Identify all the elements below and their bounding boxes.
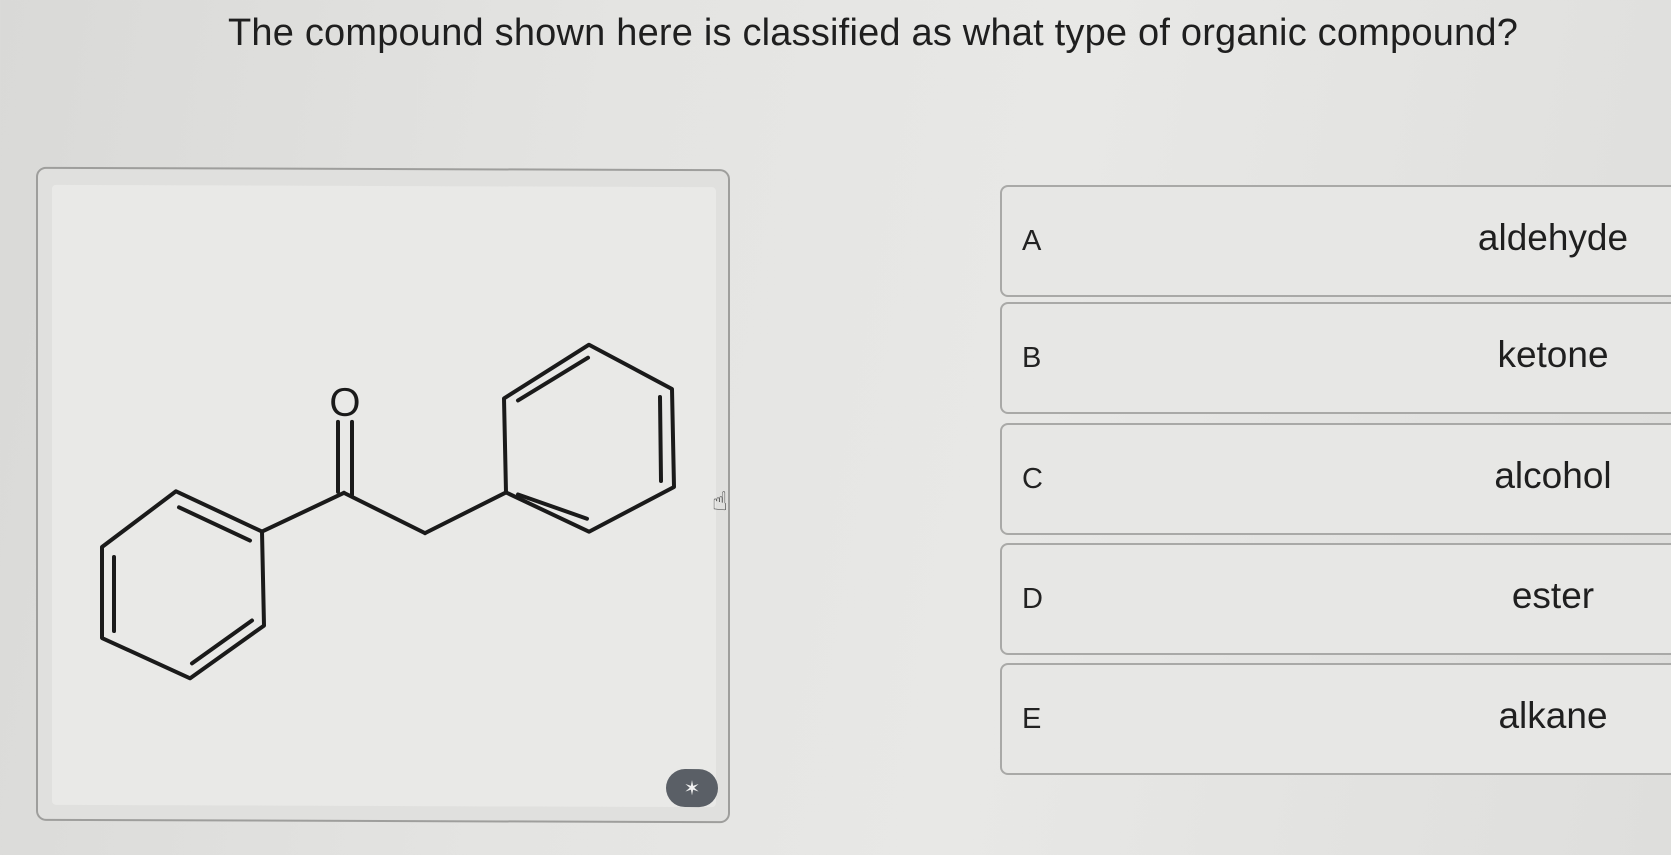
option-b[interactable]: B ketone — [1000, 302, 1671, 414]
magic-wand-icon: ✶ — [683, 776, 701, 801]
option-e[interactable]: E alkane — [1000, 663, 1671, 775]
option-text: ketone — [1497, 334, 1609, 375]
bond-carbonyl-to-ch2 — [342, 490, 427, 536]
left-benzene-ring — [100, 489, 266, 681]
oxygen-label: O — [329, 381, 360, 425]
option-letter: A — [1022, 225, 1042, 257]
molecule-figure-frame: O ☝ ✶ — [36, 166, 730, 824]
left-ring-double-bond-1 — [177, 505, 252, 543]
option-text: alcohol — [1494, 455, 1612, 496]
option-a[interactable]: A aldehyde — [1000, 185, 1671, 297]
right-benzene-ring — [502, 342, 676, 534]
option-letter: B — [1022, 342, 1042, 374]
option-c[interactable]: C alcohol — [1000, 423, 1671, 535]
bond-ring-to-carbonyl — [260, 490, 346, 534]
question-text: The compound shown here is classified as… — [228, 12, 1519, 54]
option-letter: C — [1022, 463, 1043, 495]
right-ring-double-bond-2 — [658, 394, 663, 483]
bond-ch2-to-ring — [423, 490, 508, 536]
option-letter: D — [1022, 583, 1043, 615]
option-d[interactable]: D ester — [1000, 543, 1671, 655]
hand-pointer-icon: ☝ — [712, 487, 728, 518]
option-text: aldehyde — [1477, 217, 1629, 258]
option-text: alkane — [1498, 695, 1608, 736]
molecule-figure: O ☝ ✶ — [52, 184, 728, 808]
option-letter: E — [1022, 703, 1042, 735]
right-ring-double-bond-1 — [516, 355, 590, 403]
molecule-structure: O — [100, 342, 676, 681]
magic-wand-button[interactable]: ✶ — [666, 768, 718, 808]
option-text: ester — [1511, 575, 1595, 616]
